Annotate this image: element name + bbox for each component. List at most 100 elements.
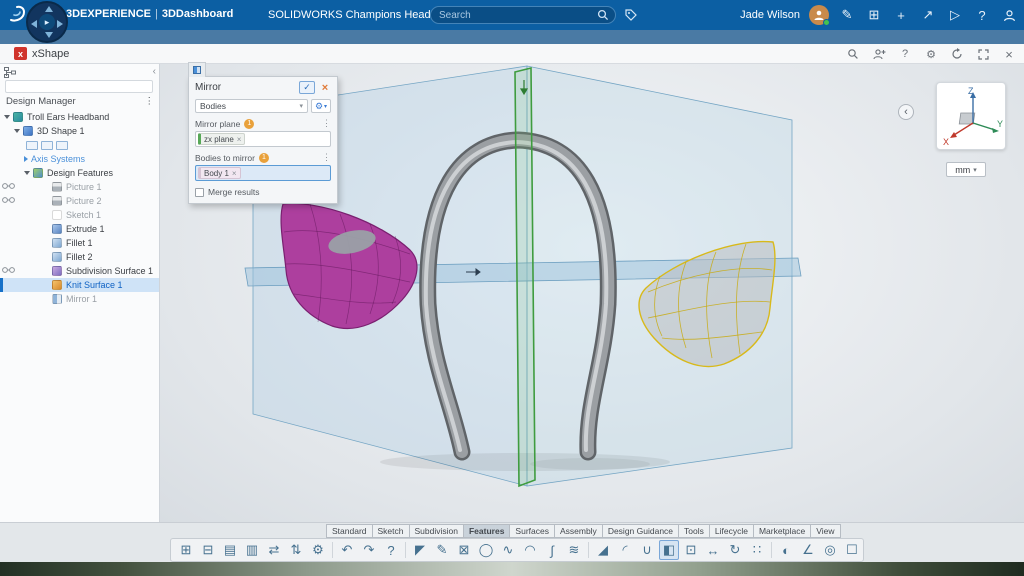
tree-item-3d-shape[interactable]: 3D Shape 1 <box>0 124 159 138</box>
open-icon[interactable]: ⊟ <box>198 540 218 560</box>
sketch-icon[interactable]: ✎ <box>432 540 452 560</box>
3dexperience-compass[interactable]: ▸ <box>26 1 68 43</box>
close-icon[interactable]: × <box>1002 47 1016 61</box>
snapshot-icon[interactable]: ☐ <box>842 540 862 560</box>
share-user-icon[interactable] <box>872 47 886 61</box>
tab-surfaces[interactable]: Surfaces <box>510 524 555 538</box>
sync-icon[interactable] <box>950 47 964 61</box>
remove-chip-icon[interactable]: × <box>237 135 242 144</box>
panel-expand-chevron[interactable]: ‹ <box>898 104 914 120</box>
spline-icon[interactable]: ∫ <box>542 540 562 560</box>
box-primitive-icon[interactable]: ⊠ <box>454 540 474 560</box>
options-gear-button[interactable]: ⚙ ▾ <box>311 99 331 113</box>
tree-item-product[interactable]: Troll Ears Headband <box>0 110 159 124</box>
tab-design-guidance[interactable]: Design Guidance <box>603 524 679 538</box>
tab-lifecycle[interactable]: Lifecycle <box>710 524 754 538</box>
arc-icon[interactable]: ◠ <box>520 540 540 560</box>
merge-results-row[interactable]: Merge results <box>195 187 331 197</box>
tab-sketch[interactable]: Sketch <box>373 524 410 538</box>
tree-item-fillet-1[interactable]: Fillet 1 <box>0 236 159 250</box>
mirror-plane-field[interactable]: zx plane × <box>195 131 331 147</box>
tab-tools[interactable]: Tools <box>679 524 710 538</box>
fillet-icon[interactable]: ◜ <box>615 540 635 560</box>
tag-icon[interactable] <box>624 8 638 22</box>
search-input[interactable] <box>437 9 597 22</box>
representation-icon[interactable] <box>41 141 53 150</box>
representation-icon[interactable] <box>26 141 38 150</box>
measure-icon[interactable]: ∠ <box>798 540 818 560</box>
body-1-chip[interactable]: Body 1 × <box>198 167 241 179</box>
tab-assembly[interactable]: Assembly <box>555 524 603 538</box>
cancel-button[interactable]: × <box>319 82 331 94</box>
tree-item-picture-1[interactable]: Picture 1 <box>0 180 159 194</box>
rotate-icon[interactable]: ↻ <box>725 540 745 560</box>
tree-item-picture-2[interactable]: Picture 2 <box>0 194 159 208</box>
search-icon[interactable] <box>597 9 609 21</box>
tab-view[interactable]: View <box>811 524 840 538</box>
tree-item-knit-surface-1[interactable]: Knit Surface 1 <box>0 278 159 292</box>
tree-item-design-features[interactable]: Design Features <box>0 166 159 180</box>
scale-icon[interactable]: ∷ <box>747 540 767 560</box>
tab-marketplace[interactable]: Marketplace <box>754 524 811 538</box>
send-icon[interactable]: ▷ <box>946 6 964 24</box>
tab-features[interactable]: Features <box>464 524 510 538</box>
apps-grid-icon[interactable]: ⊞ <box>865 6 883 24</box>
profile-icon[interactable] <box>1000 6 1018 24</box>
knit-icon[interactable]: ∪ <box>637 540 657 560</box>
ok-button[interactable]: ✓ <box>299 81 315 94</box>
undo-icon[interactable]: ↶ <box>337 540 357 560</box>
new-file-icon[interactable]: ⊞ <box>176 540 196 560</box>
kebab-menu-icon[interactable]: ⋮ <box>145 96 155 107</box>
fullscreen-icon[interactable] <box>976 47 990 61</box>
bodies-type-dropdown[interactable]: Bodies ▾ <box>195 99 308 113</box>
move-icon[interactable]: ↔ <box>703 540 723 560</box>
compass-play-icon[interactable]: ▸ <box>39 14 55 30</box>
global-search[interactable] <box>430 6 616 24</box>
sphere-primitive-icon[interactable]: ◯ <box>476 540 496 560</box>
help-icon[interactable]: ? <box>381 540 401 560</box>
tree-item-extrude-1[interactable]: Extrude 1 <box>0 222 159 236</box>
help-icon[interactable]: ? <box>898 47 912 61</box>
hidden-eyeglasses-icon[interactable] <box>2 196 15 204</box>
expand-arrow-icon[interactable] <box>14 129 20 133</box>
zx-plane-chip[interactable]: zx plane × <box>198 133 245 145</box>
pen-tool-icon[interactable]: ✎ <box>838 6 856 24</box>
expand-arrow-icon[interactable] <box>4 115 10 119</box>
export-icon[interactable]: ⇅ <box>286 540 306 560</box>
tab-standard[interactable]: Standard <box>326 524 373 538</box>
mirror-plane-zx[interactable] <box>515 68 535 486</box>
settings-gear-icon[interactable]: ⚙ <box>924 47 938 61</box>
save-all-icon[interactable]: ▥ <box>242 540 262 560</box>
tree-item-subdivision-surface-1[interactable]: Subdivision Surface 1 <box>0 264 159 278</box>
collapse-panel-icon[interactable]: ‹ <box>153 66 156 77</box>
tree-view-icon[interactable] <box>4 67 16 78</box>
viewport-search-icon[interactable] <box>846 47 860 61</box>
section-icon[interactable]: ◐ <box>776 540 796 560</box>
share-icon[interactable]: ↗ <box>919 6 937 24</box>
settings-icon[interactable]: ⚙ <box>308 540 328 560</box>
help-icon[interactable]: ? <box>973 6 991 24</box>
surface-icon[interactable]: ≋ <box>564 540 584 560</box>
representation-icon[interactable] <box>56 141 68 150</box>
remove-chip-icon[interactable]: × <box>232 169 237 178</box>
kebab-menu-icon[interactable]: ⋮ <box>322 118 331 129</box>
avatar[interactable] <box>809 5 829 25</box>
tree-item-fillet-2[interactable]: Fillet 2 <box>0 250 159 264</box>
mirror-dialog-tab[interactable] <box>188 62 206 77</box>
orientation-triad[interactable]: Z Y X <box>936 82 1006 150</box>
display-style-icon[interactable]: ◎ <box>820 540 840 560</box>
extrude-icon[interactable]: ◢ <box>593 540 613 560</box>
mirror-icon[interactable]: ◧ <box>659 540 679 560</box>
redo-icon[interactable]: ↷ <box>359 540 379 560</box>
tree-item-sketch-1[interactable]: Sketch 1 <box>0 208 159 222</box>
hidden-eyeglasses-icon[interactable] <box>2 266 15 274</box>
import-icon[interactable]: ⇄ <box>264 540 284 560</box>
pattern-icon[interactable]: ⊡ <box>681 540 701 560</box>
collapsed-arrow-icon[interactable] <box>24 156 28 162</box>
tab-subdivision[interactable]: Subdivision <box>410 524 464 538</box>
panel-search-input[interactable] <box>5 80 153 93</box>
select-icon[interactable]: ◤ <box>410 540 430 560</box>
expand-arrow-icon[interactable] <box>24 171 30 175</box>
curve-icon[interactable]: ∿ <box>498 540 518 560</box>
hidden-eyeglasses-icon[interactable] <box>2 182 15 190</box>
